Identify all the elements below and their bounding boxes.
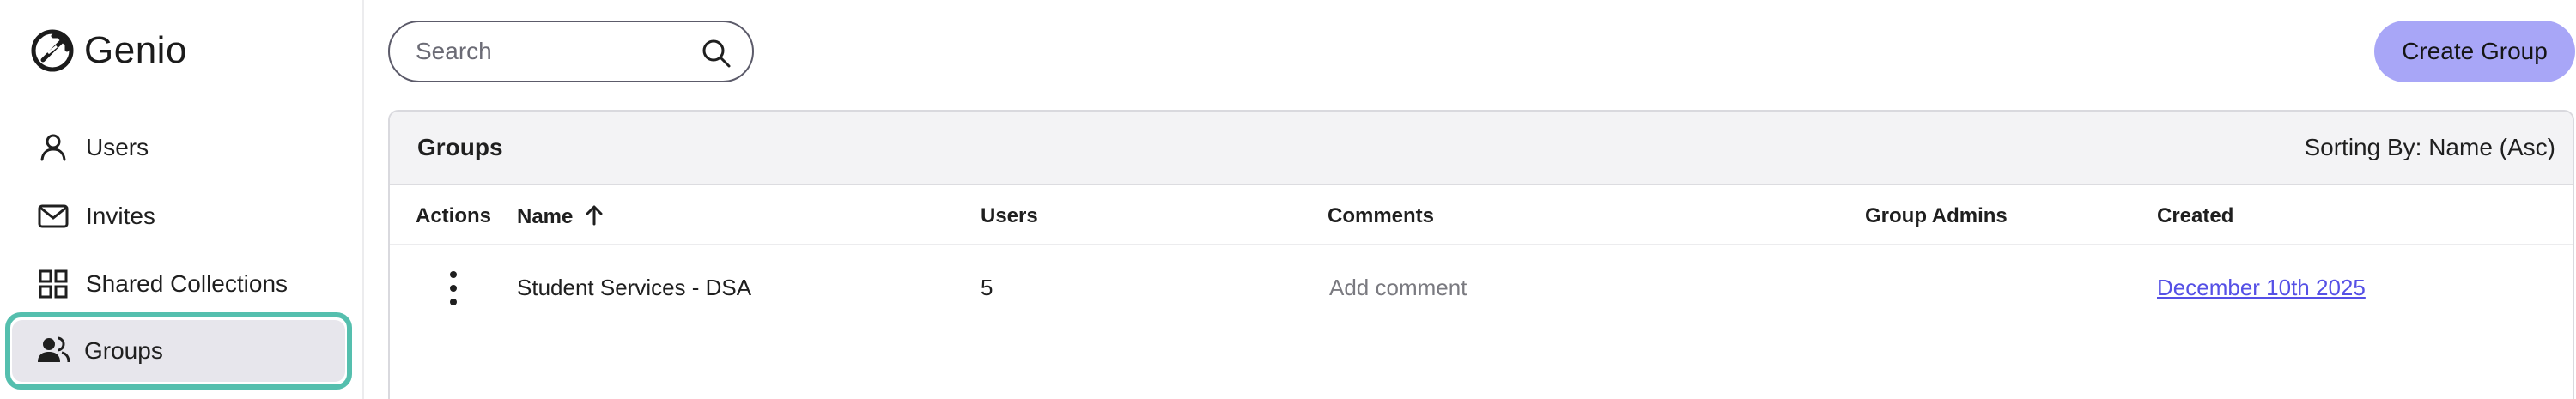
sidebar-item-invites[interactable]: Invites xyxy=(17,185,345,247)
column-header-name-label: Name xyxy=(517,205,574,228)
column-header-created[interactable]: Created xyxy=(2157,204,2233,228)
column-header-group-admins[interactable]: Group Admins xyxy=(1865,204,2008,228)
group-name: Student Services - DSA xyxy=(517,275,752,300)
column-header-actions: Actions xyxy=(416,204,492,227)
groups-table: Groups Sorting By: Name (Asc) Actions Na… xyxy=(388,110,2574,399)
mail-icon xyxy=(34,197,72,235)
sidebar-item-label: Shared Collections xyxy=(86,270,289,297)
table-row: Student Services - DSA 5 Add comment Dec… xyxy=(390,245,2573,331)
sidebar: Genio Users Invites Shared Collections G… xyxy=(0,0,364,399)
sorting-indicator[interactable]: Sorting By: Name (Asc) xyxy=(2304,134,2555,161)
sidebar-item-shared-collections[interactable]: Shared Collections xyxy=(17,253,345,315)
column-header-users[interactable]: Users xyxy=(981,204,1038,228)
table-header-bar: Groups Sorting By: Name (Asc) xyxy=(390,112,2573,185)
sidebar-item-label: Users xyxy=(86,134,149,160)
people-icon xyxy=(34,332,72,370)
sidebar-item-label: Invites xyxy=(86,203,155,229)
sort-ascending-icon[interactable] xyxy=(583,204,605,227)
created-date-link[interactable]: December 10th 2025 xyxy=(2157,275,2366,300)
grid-icon xyxy=(34,265,72,303)
app-logo[interactable]: Genio xyxy=(27,26,187,76)
create-group-button[interactable]: Create Group xyxy=(2374,21,2575,82)
sidebar-item-users[interactable]: Users xyxy=(17,117,345,178)
sidebar-item-label: Groups xyxy=(84,337,163,364)
column-header-comments[interactable]: Comments xyxy=(1327,204,1434,228)
genio-logo-icon xyxy=(31,29,74,72)
created-date: December 10th 2025 xyxy=(2157,275,2366,301)
group-user-count: 5 xyxy=(981,275,993,300)
column-header-name[interactable]: Name xyxy=(517,204,605,229)
sidebar-item-groups[interactable]: Groups xyxy=(12,320,345,382)
table-column-headers: Actions Name Users Comments Group Admins… xyxy=(390,185,2573,245)
app-name: Genio xyxy=(84,29,187,71)
search-input[interactable] xyxy=(416,38,673,65)
add-comment-field[interactable]: Add comment xyxy=(1329,275,1467,301)
search-icon[interactable] xyxy=(699,36,733,70)
user-icon xyxy=(34,129,72,166)
app-root: Genio Users Invites Shared Collections G… xyxy=(0,0,2576,399)
search-box[interactable] xyxy=(388,21,754,82)
table-title: Groups xyxy=(417,134,503,160)
more-actions-icon[interactable] xyxy=(447,269,460,307)
